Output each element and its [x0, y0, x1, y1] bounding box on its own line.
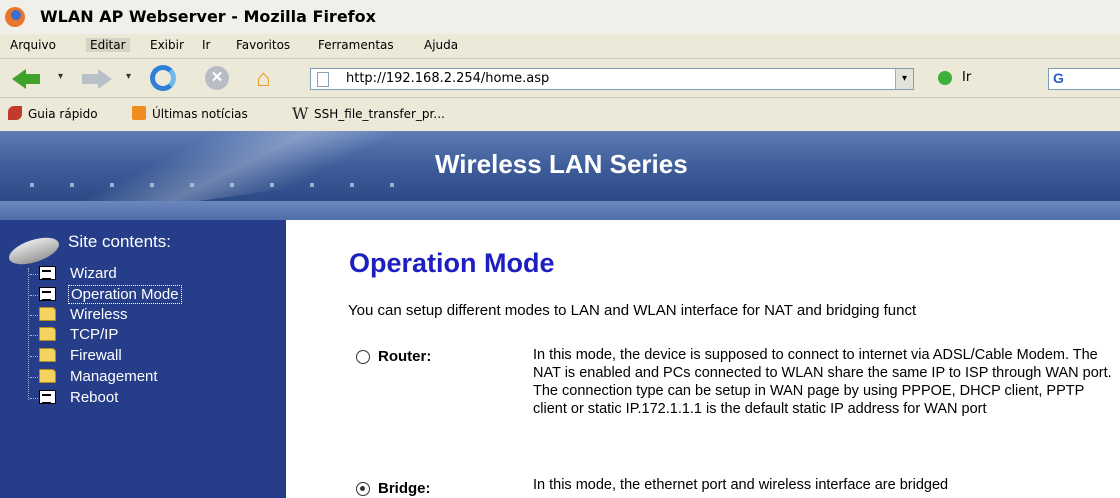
- navigation-toolbar: ▾ ▾ ✕ ⌂ http://192.168.2.254/home.asp ▾ …: [0, 59, 1120, 98]
- google-search-icon: G: [1053, 70, 1064, 86]
- folder-icon: [39, 327, 56, 341]
- banner-title: Wireless LAN Series: [435, 149, 688, 179]
- firefox-logo-icon: [5, 7, 25, 27]
- menu-favoritos[interactable]: Favoritos: [232, 38, 294, 52]
- bookmarks-toolbar: Guia rápido Últimas notícias W SSH_file_…: [0, 98, 1120, 132]
- bookmark-ssh-file-transfer[interactable]: SSH_file_transfer_pr...: [314, 107, 445, 121]
- url-text[interactable]: http://192.168.2.254/home.asp: [346, 71, 549, 86]
- bookmark-guia-icon: [8, 106, 22, 120]
- folder-icon: [39, 369, 56, 383]
- window-title: WLAN AP Webserver - Mozilla Firefox: [40, 7, 376, 26]
- url-dropdown-icon[interactable]: ▾: [895, 69, 913, 89]
- page-title: Operation Mode: [349, 248, 555, 278]
- tree-connector: [28, 268, 29, 400]
- router-label[interactable]: Router:: [378, 348, 431, 365]
- intro-text: You can setup different modes to LAN and…: [348, 302, 917, 319]
- site-contents-sidebar: Site contents: Wizard Operation Mode Wir…: [0, 220, 286, 498]
- search-box[interactable]: G: [1048, 68, 1120, 90]
- menu-ferramentas[interactable]: Ferramentas: [314, 38, 398, 52]
- page-icon: [317, 72, 329, 87]
- document-icon: [39, 266, 56, 280]
- reload-icon[interactable]: [150, 65, 176, 91]
- rss-feed-icon: [132, 106, 146, 120]
- window-titlebar: WLAN AP Webserver - Mozilla Firefox: [0, 0, 1120, 35]
- back-dropdown-icon[interactable]: ▾: [58, 71, 63, 82]
- document-icon: [39, 390, 56, 404]
- disk-icon: [5, 232, 63, 270]
- bridge-radio[interactable]: [356, 482, 370, 496]
- menu-exibir[interactable]: Exibir: [146, 38, 188, 52]
- folder-icon: [39, 348, 56, 362]
- menu-ajuda[interactable]: Ajuda: [420, 38, 462, 52]
- banner-dots: [30, 183, 430, 187]
- stop-icon[interactable]: ✕: [205, 66, 229, 90]
- banner-strip: [0, 201, 1120, 220]
- back-arrow-tail[interactable]: [24, 74, 40, 84]
- banner-light-sweep: [60, 131, 480, 201]
- go-label[interactable]: Ir: [962, 70, 971, 85]
- bridge-label[interactable]: Bridge:: [378, 480, 431, 497]
- forward-arrow-icon[interactable]: [98, 69, 112, 89]
- home-icon[interactable]: ⌂: [256, 67, 271, 91]
- main-content: Operation Mode You can setup different m…: [286, 220, 1120, 498]
- sidebar-title: Site contents:: [68, 232, 172, 251]
- bookmark-guia-rapido[interactable]: Guia rápido: [28, 107, 98, 121]
- router-radio[interactable]: [356, 350, 370, 364]
- document-icon: [39, 287, 56, 301]
- menu-bar: Arquivo Editar Exibir Ir Favoritos Ferra…: [0, 34, 1120, 59]
- go-arrow-icon[interactable]: [938, 71, 952, 85]
- forward-dropdown-icon[interactable]: ▾: [126, 71, 131, 82]
- menu-ir[interactable]: Ir: [198, 38, 214, 52]
- menu-editar[interactable]: Editar: [86, 38, 130, 52]
- page-banner: Wireless LAN Series: [0, 131, 1120, 201]
- folder-icon: [39, 307, 56, 321]
- bridge-description: In this mode, the ethernet port and wire…: [533, 477, 949, 493]
- wikipedia-icon: W: [292, 104, 309, 123]
- forward-arrow-tail[interactable]: [82, 74, 98, 84]
- address-bar[interactable]: http://192.168.2.254/home.asp ▾: [310, 68, 914, 90]
- router-description: In this mode, the device is supposed to …: [533, 347, 1112, 417]
- bookmark-ultimas-noticias[interactable]: Últimas notícias: [152, 107, 248, 121]
- menu-arquivo[interactable]: Arquivo: [6, 38, 60, 52]
